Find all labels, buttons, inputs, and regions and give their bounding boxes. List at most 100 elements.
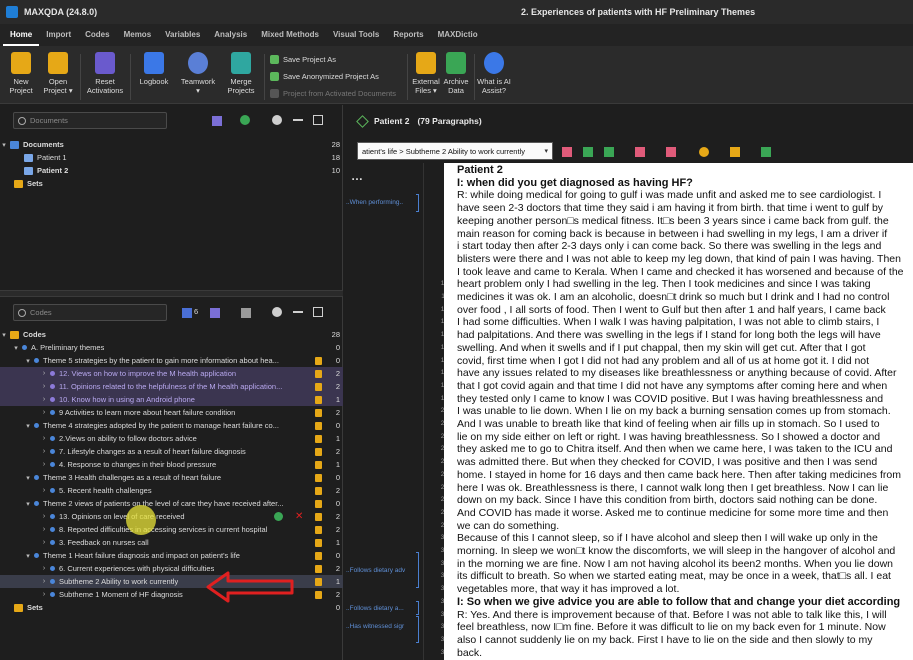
memo-icon[interactable] xyxy=(315,460,322,469)
margin-code-label[interactable]: ..When performing.. xyxy=(346,199,403,206)
chevron-down-icon[interactable]: ▾ xyxy=(24,422,32,430)
open-project-button[interactable]: Open Project ▾ xyxy=(37,52,79,95)
chevron-down-icon[interactable]: ▾ xyxy=(24,500,32,508)
chevron-right-icon[interactable]: › xyxy=(40,578,48,585)
chevron-right-icon[interactable]: › xyxy=(40,461,48,468)
memo-icon[interactable] xyxy=(315,512,322,521)
tree-row[interactable]: ▾ Theme 2 views of patients on the level… xyxy=(0,497,343,510)
tab-reports[interactable]: Reports xyxy=(386,24,430,46)
tree-row-patient-2[interactable]: Patient 2 10 xyxy=(0,164,343,177)
project-from-activated-documents-button[interactable]: Project from Activated Documents xyxy=(270,86,396,100)
tree-row[interactable]: › 11. Opinions related to the helpfulnes… xyxy=(0,380,343,393)
tab-codes[interactable]: Codes xyxy=(78,24,116,46)
tree-row[interactable]: › 5. Recent health challenges 2 xyxy=(0,484,343,497)
memo-icon[interactable] xyxy=(315,369,322,378)
memo-icon[interactable] xyxy=(315,473,322,482)
tree-row-patient-1[interactable]: Patient 1 18 xyxy=(0,151,343,164)
new-project-button[interactable]: New Project xyxy=(0,52,42,95)
tab-maxdictio[interactable]: MAXDictio xyxy=(431,24,485,46)
merge-projects-button[interactable]: Merge Projects xyxy=(220,52,262,95)
chevron-right-icon[interactable]: › xyxy=(40,513,48,520)
tree-row[interactable]: › 4. Response to changes in their blood … xyxy=(0,458,343,471)
chevron-down-icon[interactable]: ▾ xyxy=(24,552,32,560)
code-tool-icon[interactable] xyxy=(604,147,614,157)
tree-row[interactable]: › 9 Activities to learn more about heart… xyxy=(0,406,343,419)
highlighter-icon[interactable] xyxy=(666,147,676,157)
chevron-right-icon[interactable]: › xyxy=(40,435,48,442)
tab-visual-tools[interactable]: Visual Tools xyxy=(326,24,386,46)
tree-row-sets[interactable]: Sets xyxy=(0,177,343,190)
margin-code-label[interactable]: ..Follows dietary adv xyxy=(346,567,405,574)
memo-icon[interactable] xyxy=(315,551,322,560)
tab-home[interactable]: Home xyxy=(3,24,40,46)
chevron-down-icon[interactable]: ▾ xyxy=(0,141,8,149)
emoticode-icon[interactable] xyxy=(635,147,645,157)
tree-row[interactable]: › 3. Feedback on nurses call 1 xyxy=(0,536,343,549)
emoji-icon[interactable] xyxy=(699,147,709,157)
chevron-right-icon[interactable]: › xyxy=(40,396,48,403)
memo-icon[interactable] xyxy=(315,499,322,508)
save-project-as-button[interactable]: Save Project As xyxy=(270,52,336,66)
margin-code-label[interactable]: ..Has witnessed sigr xyxy=(346,623,404,630)
tab-variables[interactable]: Variables xyxy=(158,24,207,46)
tab-mixed-methods[interactable]: Mixed Methods xyxy=(254,24,326,46)
chevron-right-icon[interactable]: › xyxy=(40,448,48,455)
memo-icon[interactable] xyxy=(315,382,322,391)
memo-icon[interactable] xyxy=(315,538,322,547)
chevron-down-icon[interactable]: ▾ xyxy=(12,344,20,352)
chevron-right-icon[interactable]: › xyxy=(40,370,48,377)
logbook-button[interactable]: Logbook xyxy=(133,52,175,86)
link-icon[interactable] xyxy=(241,308,251,318)
chevron-right-icon[interactable]: › xyxy=(40,591,48,598)
tree-row[interactable]: › 7. Lifestyle changes as a result of he… xyxy=(0,445,343,458)
chevron-right-icon[interactable]: › xyxy=(40,565,48,572)
code-add-icon[interactable] xyxy=(761,147,771,157)
teamwork-button[interactable]: Teamwork ▾ xyxy=(177,52,219,95)
chevron-down-icon[interactable]: ▾ xyxy=(24,357,32,365)
minimize-icon[interactable] xyxy=(293,311,303,313)
memo-icon[interactable] xyxy=(315,577,322,586)
memo-icon[interactable] xyxy=(315,525,322,534)
tree-row[interactable]: › 10. Know how in using an Android phone… xyxy=(0,393,343,406)
memo-icon[interactable] xyxy=(315,564,322,573)
minimize-icon[interactable] xyxy=(293,119,303,121)
gear-icon[interactable] xyxy=(272,307,282,317)
undock-icon[interactable] xyxy=(313,115,323,125)
memo-icon[interactable] xyxy=(315,421,322,430)
add-subcode-icon[interactable] xyxy=(274,512,283,521)
chevron-right-icon[interactable]: › xyxy=(40,539,48,546)
ai-assist-button[interactable]: What is AI Assist? xyxy=(473,52,515,95)
tree-row[interactable]: › 13. Opinions on level of care received… xyxy=(0,510,343,523)
chevron-right-icon[interactable]: › xyxy=(40,383,48,390)
tree-row[interactable]: ▾ Theme 3 Health challenges as a result … xyxy=(0,471,343,484)
code-filter-icon[interactable] xyxy=(182,308,192,318)
margin-code-label[interactable]: ..Follows dietary a... xyxy=(346,605,404,612)
chevron-right-icon[interactable]: › xyxy=(40,526,48,533)
tree-row[interactable]: ▾ A. Preliminary themes 0 xyxy=(0,341,343,354)
edit-pencil-icon[interactable] xyxy=(356,114,369,128)
documents-search-input[interactable]: Documents xyxy=(13,112,167,129)
chevron-down-icon[interactable]: ▾ xyxy=(0,331,8,339)
code-tool-icon[interactable] xyxy=(583,147,593,157)
chevron-right-icon[interactable]: › xyxy=(40,487,48,494)
code-tool-icon[interactable] xyxy=(562,147,572,157)
undock-icon[interactable] xyxy=(313,307,323,317)
add-icon[interactable] xyxy=(240,115,250,125)
tree-row[interactable]: ▾ Theme 1 Heart failure diagnosis and im… xyxy=(0,549,343,562)
tree-row[interactable]: › 2.Views on ability to follow doctors a… xyxy=(0,432,343,445)
tree-row[interactable]: ▾ Theme 5 strategies by the patient to g… xyxy=(0,354,343,367)
tree-row[interactable]: ▾ Theme 4 strategies adopted by the pati… xyxy=(0,419,343,432)
memo-icon[interactable] xyxy=(315,434,322,443)
tree-row[interactable]: › 8. Reported difficulties in accessing … xyxy=(0,523,343,536)
chevron-down-icon[interactable]: ▾ xyxy=(24,474,32,482)
gear-icon[interactable] xyxy=(272,115,282,125)
new-document-icon[interactable] xyxy=(212,116,222,126)
tree-row[interactable]: ▾ Documents 28 xyxy=(0,138,343,151)
code-tag-icon[interactable] xyxy=(210,308,220,318)
code-selector-dropdown[interactable]: atient's life > Subtheme 2 Ability to wo… xyxy=(357,142,553,160)
tree-row[interactable]: › 12. Views on how to improve the M heal… xyxy=(0,367,343,380)
memo-icon[interactable] xyxy=(315,408,322,417)
memo-icon[interactable] xyxy=(315,356,322,365)
codes-search-input[interactable]: Codes xyxy=(13,304,167,321)
tree-row[interactable]: ▾ Codes 28 xyxy=(0,328,343,341)
